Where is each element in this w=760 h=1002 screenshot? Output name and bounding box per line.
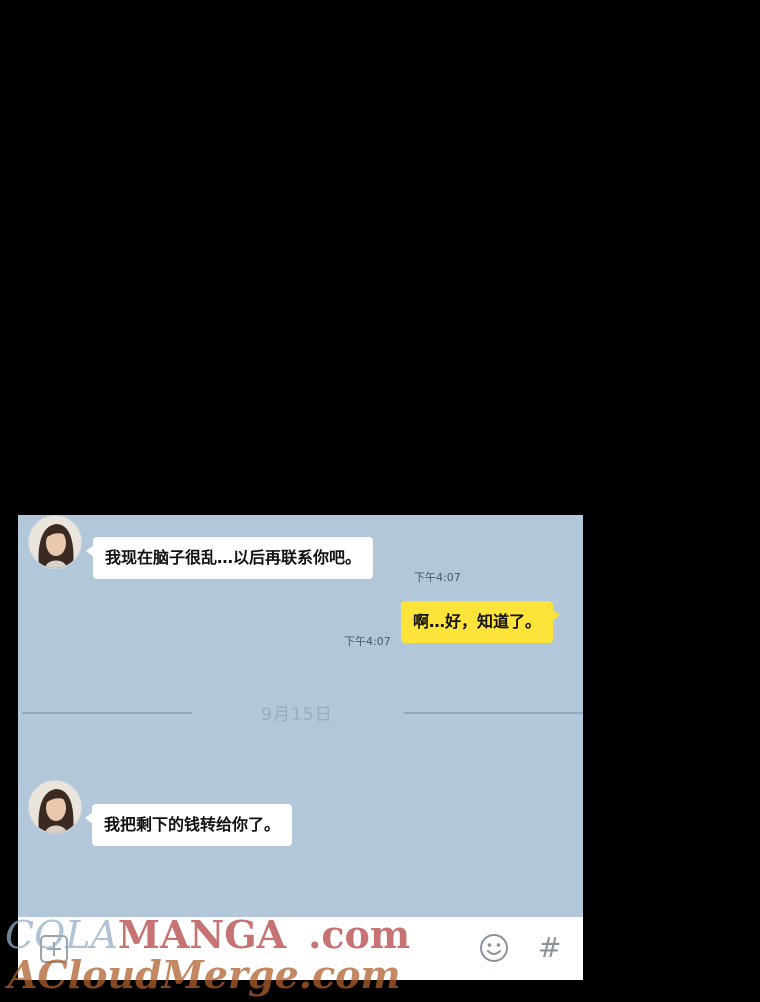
woman-portrait-icon (29, 516, 81, 568)
contact-avatar[interactable] (28, 780, 82, 834)
message-time: 下午4:07 (414, 571, 461, 584)
plus-icon[interactable] (40, 935, 68, 963)
date-divider-line-left (22, 712, 192, 714)
chat-screen: 我现在脑子很乱…以后再联系你吧。 下午4:07 下午4:07 啊…好，知道了。 … (18, 515, 583, 980)
message-text: 我把剩下的钱转给你了。 (104, 815, 281, 834)
message-text: 啊…好，知道了。 (413, 612, 542, 631)
message-input-bar[interactable]: # (18, 917, 583, 980)
message-bubble-received[interactable]: 我现在脑子很乱…以后再联系你吧。 (85, 537, 374, 579)
message-bubble-sent[interactable]: 啊…好，知道了。 (401, 601, 561, 643)
emoji-icon[interactable] (479, 933, 509, 963)
message-bubble-received[interactable]: 我把剩下的钱转给你了。 (84, 804, 293, 846)
message-time: 下午4:07 (344, 635, 391, 648)
hash-icon[interactable]: # (538, 931, 561, 964)
message-text: 我现在脑子很乱…以后再联系你吧。 (105, 548, 362, 567)
woman-portrait-icon (29, 781, 81, 833)
date-divider-line-right (404, 712, 583, 714)
date-divider: 9月15日 (261, 705, 333, 725)
contact-avatar[interactable] (28, 515, 82, 569)
